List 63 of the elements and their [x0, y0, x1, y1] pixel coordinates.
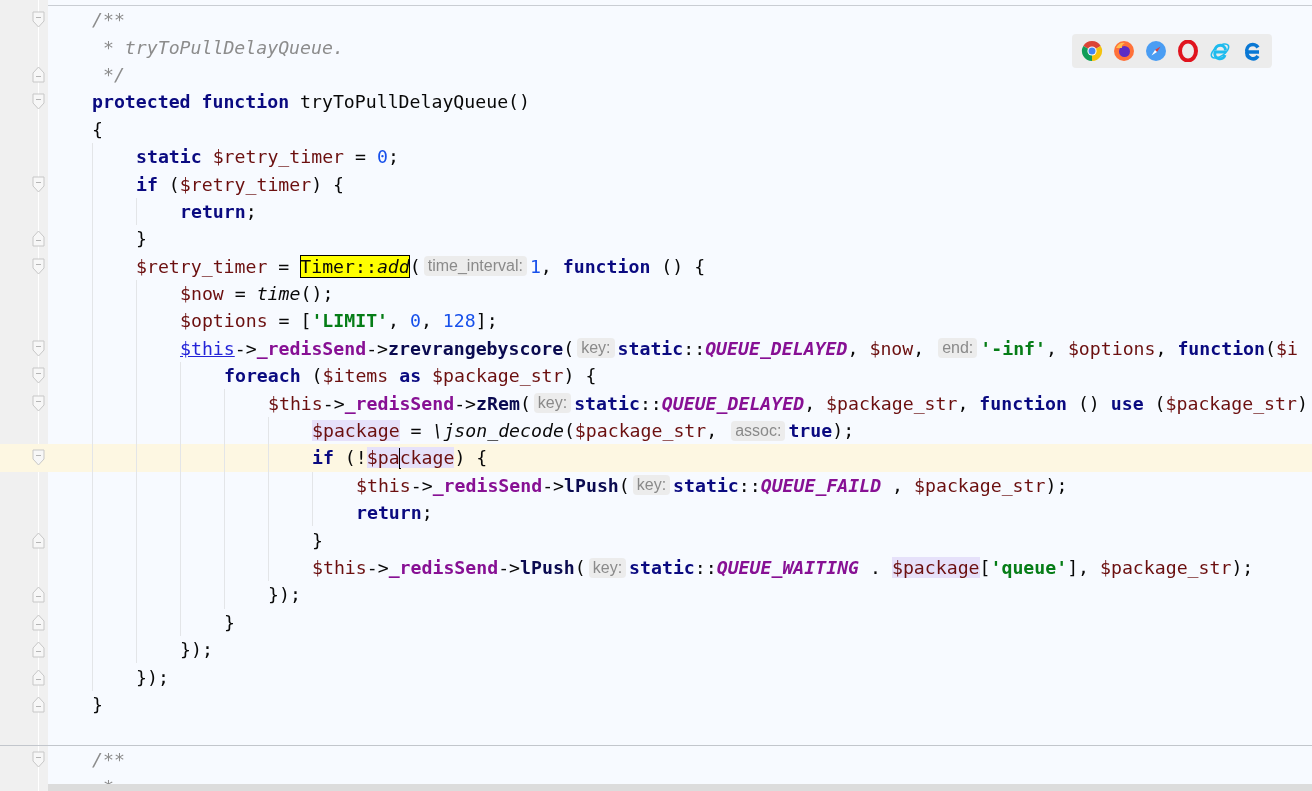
code-text: $options = ['LIMIT', 0, 128];	[180, 310, 498, 332]
code-text: });	[136, 666, 169, 688]
chrome-icon[interactable]	[1081, 40, 1103, 62]
code-text: $now = time();	[180, 283, 334, 305]
compass-icon[interactable]	[1145, 40, 1167, 62]
firefox-icon[interactable]	[1113, 40, 1135, 62]
code-text: /**	[92, 9, 125, 31]
code-text: '-inf', $options, function($i	[980, 337, 1298, 359]
code-text: /**	[92, 748, 125, 770]
fold-marker-icon[interactable]	[32, 668, 45, 686]
horizontal-scrollbar[interactable]	[48, 784, 1312, 791]
fold-marker-icon[interactable]	[32, 175, 45, 193]
code-text: $this->_redisSend->lPush(	[356, 474, 630, 496]
fold-marker-icon[interactable]	[32, 230, 45, 248]
fold-marker-icon[interactable]	[32, 531, 45, 549]
code-text: * tryToPullDelayQueue.	[101, 36, 344, 58]
fold-marker-icon[interactable]	[32, 93, 45, 111]
parameter-hint: key:	[588, 557, 627, 578]
code-text: {	[92, 118, 103, 140]
parameter-hint: key:	[533, 393, 572, 414]
code-text: 1, function () {	[529, 255, 706, 277]
code-text: });	[180, 639, 213, 661]
code-text: $this->_redisSend->zRem(	[268, 392, 531, 414]
code-text: static::QUEUE_FAILD , $package_str);	[673, 474, 1068, 496]
fold-marker-icon[interactable]	[32, 11, 45, 29]
code-text: static $retry_timer = 0;	[136, 146, 399, 168]
fold-marker-icon[interactable]	[32, 586, 45, 604]
code-text: $this->_redisSend->zrevrangebyscore(	[180, 337, 575, 359]
fold-marker-icon[interactable]	[32, 257, 45, 275]
code-text: static::QUEUE_DELAYED, $now,	[617, 337, 926, 359]
fold-marker-icon[interactable]	[32, 641, 45, 659]
code-text: return;	[180, 200, 257, 222]
code-text: }	[136, 228, 147, 250]
code-text: true);	[788, 420, 855, 442]
fold-marker-icon[interactable]	[32, 339, 45, 357]
code-text: $this->_redisSend->lPush(	[312, 557, 586, 578]
code-text: static::QUEUE_WAITING . $package['queue'], $package_str);	[629, 557, 1254, 578]
code-text: }	[92, 693, 103, 715]
parameter-hint: key:	[632, 475, 671, 496]
code-text: if (!$package) {	[312, 446, 488, 470]
code-text: if ($retry_timer) {	[136, 173, 345, 195]
parameter-hint: end:	[938, 338, 978, 359]
fold-marker-icon[interactable]	[32, 367, 45, 385]
code-text: */	[101, 63, 125, 85]
code-text: });	[268, 584, 301, 606]
opera-icon[interactable]	[1177, 40, 1199, 62]
internet-explorer-icon[interactable]	[1209, 40, 1231, 62]
fold-marker-icon[interactable]	[32, 65, 45, 83]
code-text: $package = \json_decode($package_str,	[312, 420, 719, 442]
fold-marker-icon[interactable]	[32, 613, 45, 631]
code-text: static::QUEUE_DELAYED, $package_str, function () use ($package_str)	[574, 392, 1308, 414]
code-text: }	[312, 529, 323, 551]
parameter-hint: key:	[577, 338, 615, 359]
code-text: return;	[356, 502, 433, 524]
code-text: foreach ($items as $package_str) {	[224, 365, 597, 387]
fold-marker-icon[interactable]	[32, 750, 45, 768]
parameter-hint: assoc:	[731, 420, 786, 441]
fold-marker-icon[interactable]	[32, 394, 45, 412]
fold-marker-icon[interactable]	[32, 449, 45, 467]
code-text: }	[224, 611, 235, 633]
code-text: protected function tryToPullDelayQueue()	[92, 91, 530, 113]
parameter-hint: time_interval:	[423, 256, 527, 277]
fold-marker-icon[interactable]	[32, 695, 45, 713]
